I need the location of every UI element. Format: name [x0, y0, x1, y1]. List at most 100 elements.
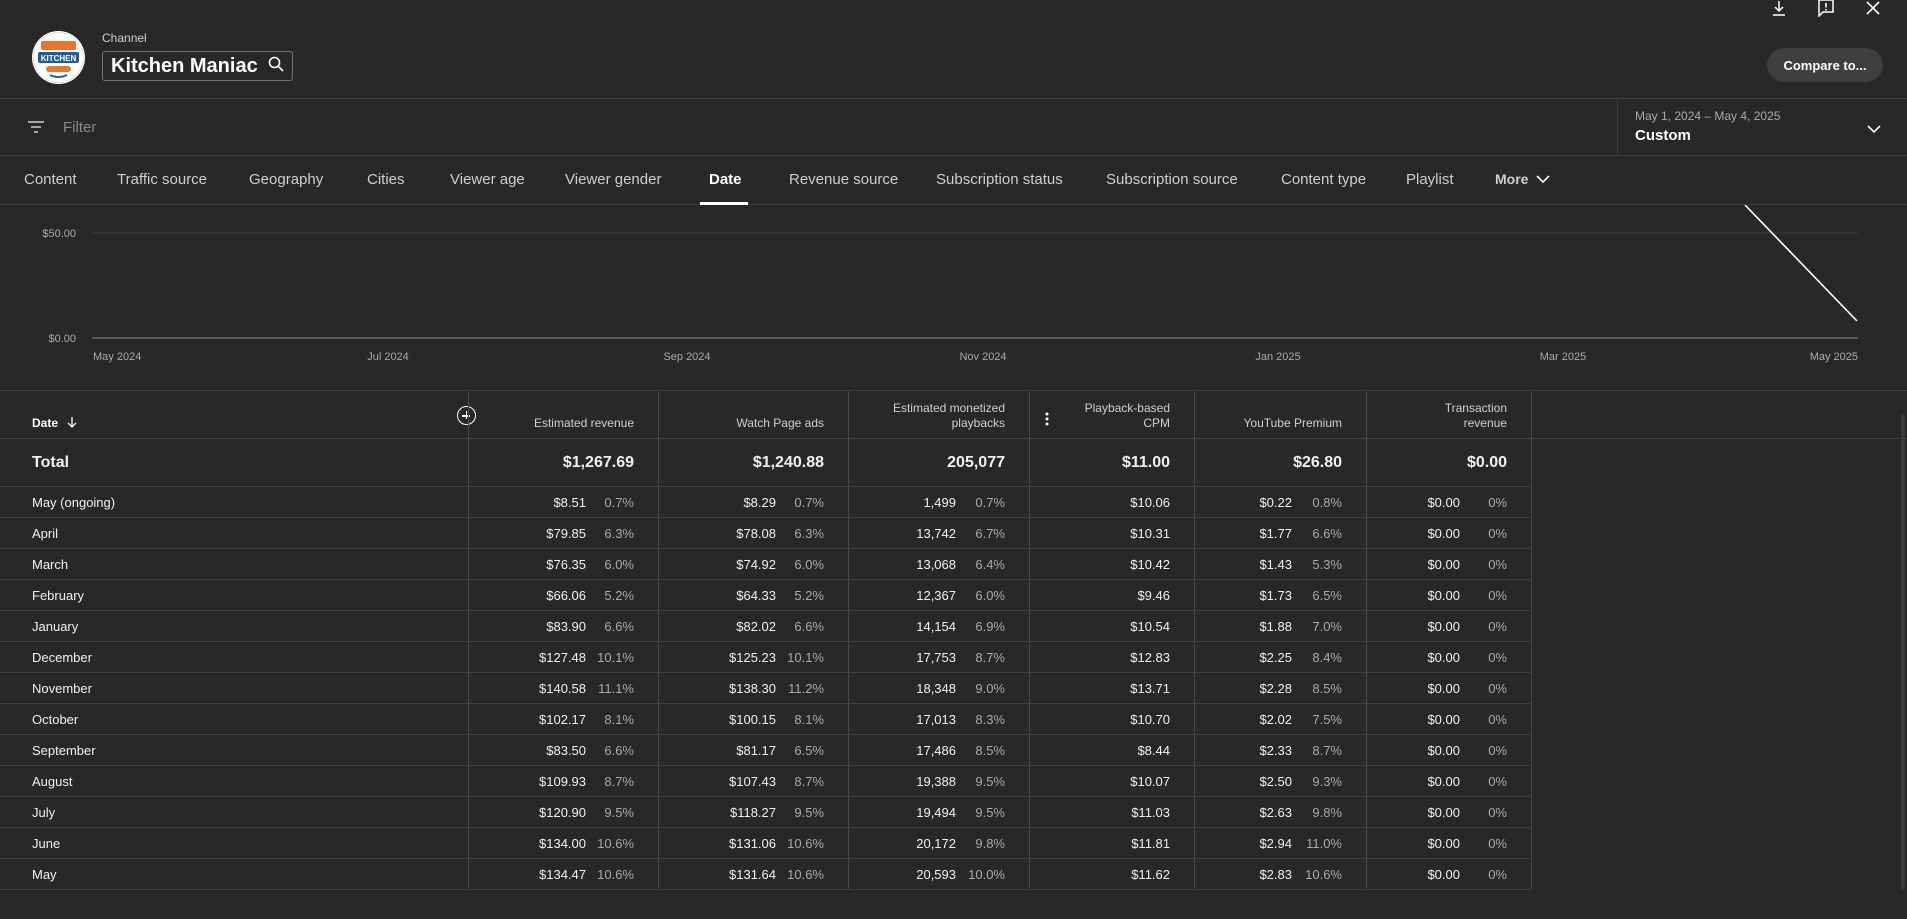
- tab-traffic-source[interactable]: Traffic source: [117, 171, 207, 188]
- cell-transaction-pct: 0%: [1488, 650, 1507, 665]
- cell-playbacks: 19,494: [916, 805, 956, 820]
- cell-transaction-pct: 0%: [1488, 867, 1507, 882]
- cell-watch: $64.33: [736, 588, 776, 603]
- cell-playbacks: 17,013: [916, 712, 956, 727]
- close-icon[interactable]: [1865, 0, 1881, 21]
- column-header-playback-cpm[interactable]: Playback-based CPM: [1085, 401, 1170, 431]
- cell-playbacks-pct: 8.7%: [975, 650, 1005, 665]
- cell-revenue-pct: 6.6%: [604, 619, 634, 634]
- tab-content[interactable]: Content: [24, 171, 77, 188]
- table-row: January $83.90 6.6% $82.02 6.6% 14,154 6.9% $10…: [0, 611, 1532, 642]
- chart-svg: $50.00 $0.00 May 2024 Jul 2024 Sep 2024 …: [42, 204, 1858, 363]
- sort-by-date-header[interactable]: Date: [32, 416, 77, 431]
- tab-content-type[interactable]: Content type: [1281, 171, 1366, 188]
- cell-date: September: [32, 743, 96, 758]
- date-range-picker[interactable]: May 1, 2024 – May 4, 2025 Custom: [1617, 99, 1907, 155]
- column-header-watch-page-ads[interactable]: Watch Page ads: [736, 416, 824, 431]
- compare-button[interactable]: Compare to...: [1767, 48, 1883, 82]
- tab-more[interactable]: More: [1495, 171, 1550, 187]
- cell-revenue-pct: 0.7%: [604, 495, 634, 510]
- feedback-icon[interactable]: [1817, 0, 1835, 22]
- tab-geography[interactable]: Geography: [249, 171, 323, 188]
- cell-playbacks: 20,172: [916, 836, 956, 851]
- column-header-transaction-revenue[interactable]: Transaction revenue: [1445, 401, 1507, 431]
- total-monetized-playbacks: 205,077: [947, 454, 1005, 471]
- table-row: September $83.50 6.6% $81.17 6.5% 17,486 8.5% $…: [0, 735, 1532, 766]
- table-header: Date Estimated revenue Watch Page ads Es…: [0, 391, 1907, 439]
- cell-date: August: [32, 774, 73, 789]
- cell-watch: $131.06: [729, 836, 776, 851]
- total-row: Total $1,267.69 $1,240.88 205,077 $11.00…: [0, 440, 1532, 487]
- cell-transaction-pct: 0%: [1488, 681, 1507, 696]
- cell-playbacks-pct: 6.9%: [975, 619, 1005, 634]
- cell-premium-pct: 8.5%: [1312, 681, 1342, 696]
- cell-playbacks-pct: 6.7%: [975, 526, 1005, 541]
- cell-transaction: $0.00: [1427, 743, 1460, 758]
- column-header-estimated-revenue[interactable]: Estimated revenue: [534, 416, 634, 431]
- cell-transaction: $0.00: [1427, 774, 1460, 789]
- cell-transaction-pct: 0%: [1488, 774, 1507, 789]
- cell-watch-pct: 5.2%: [794, 588, 824, 603]
- cell-watch-pct: 6.0%: [794, 557, 824, 572]
- cell-transaction-pct: 0%: [1488, 557, 1507, 572]
- cell-revenue-pct: 10.1%: [597, 650, 634, 665]
- cell-date: October: [32, 712, 79, 727]
- x-tick-label: Sep 2024: [663, 351, 710, 363]
- column-header-monetized-playbacks[interactable]: Estimated monetized playbacks: [893, 401, 1005, 431]
- cell-transaction: $0.00: [1427, 495, 1460, 510]
- tab-subscription-status[interactable]: Subscription status: [936, 171, 1063, 188]
- scrollbar[interactable]: [1901, 414, 1905, 890]
- cell-revenue-pct: 5.2%: [604, 588, 634, 603]
- cell-transaction: $0.00: [1427, 805, 1460, 820]
- cell-transaction-pct: 0%: [1488, 495, 1507, 510]
- more-vert-icon[interactable]: [1044, 411, 1050, 432]
- cell-revenue-pct: 8.1%: [604, 712, 634, 727]
- filter-input[interactable]: Filter: [63, 119, 96, 136]
- add-column-icon[interactable]: [457, 406, 476, 425]
- cell-revenue: $134.47: [539, 867, 586, 882]
- cell-watch-pct: 10.6%: [787, 867, 824, 882]
- cell-premium-pct: 9.3%: [1312, 774, 1342, 789]
- table-row: November $140.58 11.1% $138.30 11.2% 18,348 9.…: [0, 673, 1532, 704]
- cell-cpm: $10.06: [1130, 495, 1170, 510]
- tab-viewer-gender[interactable]: Viewer gender: [565, 171, 661, 188]
- cell-premium: $0.22: [1259, 495, 1292, 510]
- cell-premium: $2.28: [1259, 681, 1292, 696]
- tab-revenue-source[interactable]: Revenue source: [789, 171, 898, 188]
- cell-watch-pct: 10.6%: [787, 836, 824, 851]
- filter-bar: Filter May 1, 2024 – May 4, 2025 Custom: [0, 99, 1907, 156]
- cell-revenue: $134.00: [539, 836, 586, 851]
- cell-date: July: [32, 805, 56, 820]
- tab-playlist[interactable]: Playlist: [1406, 171, 1454, 188]
- cell-watch: $131.64: [729, 867, 776, 882]
- tab-viewer-age[interactable]: Viewer age: [450, 171, 525, 188]
- top-icons: [1771, 0, 1881, 20]
- cell-cpm: $10.70: [1130, 712, 1170, 727]
- cell-premium-pct: 5.3%: [1312, 557, 1342, 572]
- cell-revenue: $127.48: [539, 650, 586, 665]
- dimension-tabs: Content Traffic source Geography Cities …: [0, 157, 1907, 205]
- tab-subscription-source[interactable]: Subscription source: [1106, 171, 1238, 188]
- tab-date[interactable]: Date: [709, 171, 742, 188]
- filter-icon[interactable]: [26, 119, 46, 140]
- cell-playbacks: 12,367: [916, 588, 956, 603]
- download-icon[interactable]: [1771, 0, 1787, 21]
- table-row: June $134.00 10.6% $131.06 10.6% 20,172 9.8% $1…: [0, 828, 1532, 859]
- cell-premium-pct: 10.6%: [1305, 867, 1342, 882]
- tab-cities[interactable]: Cities: [367, 171, 405, 188]
- channel-avatar[interactable]: KITCHEN: [32, 31, 85, 84]
- cell-premium: $2.25: [1259, 650, 1292, 665]
- column-header-youtube-premium[interactable]: YouTube Premium: [1244, 416, 1343, 431]
- cell-premium-pct: 9.8%: [1312, 805, 1342, 820]
- cell-premium-pct: 6.6%: [1312, 526, 1342, 541]
- cell-playbacks: 17,753: [916, 650, 956, 665]
- column-header-line: Estimated monetized: [892, 401, 1005, 415]
- search-icon[interactable]: [268, 56, 284, 77]
- cell-revenue: $83.50: [546, 743, 586, 758]
- channel-selector[interactable]: Kitchen Maniac: [102, 51, 293, 81]
- cell-watch: $78.08: [736, 526, 776, 541]
- cell-watch-pct: 9.5%: [794, 805, 824, 820]
- table-row: August $109.93 8.7% $107.43 8.7% 19,388 9.5% $1…: [0, 766, 1532, 797]
- cell-playbacks-pct: 8.5%: [975, 743, 1005, 758]
- cell-playbacks-pct: 10.0%: [968, 867, 1005, 882]
